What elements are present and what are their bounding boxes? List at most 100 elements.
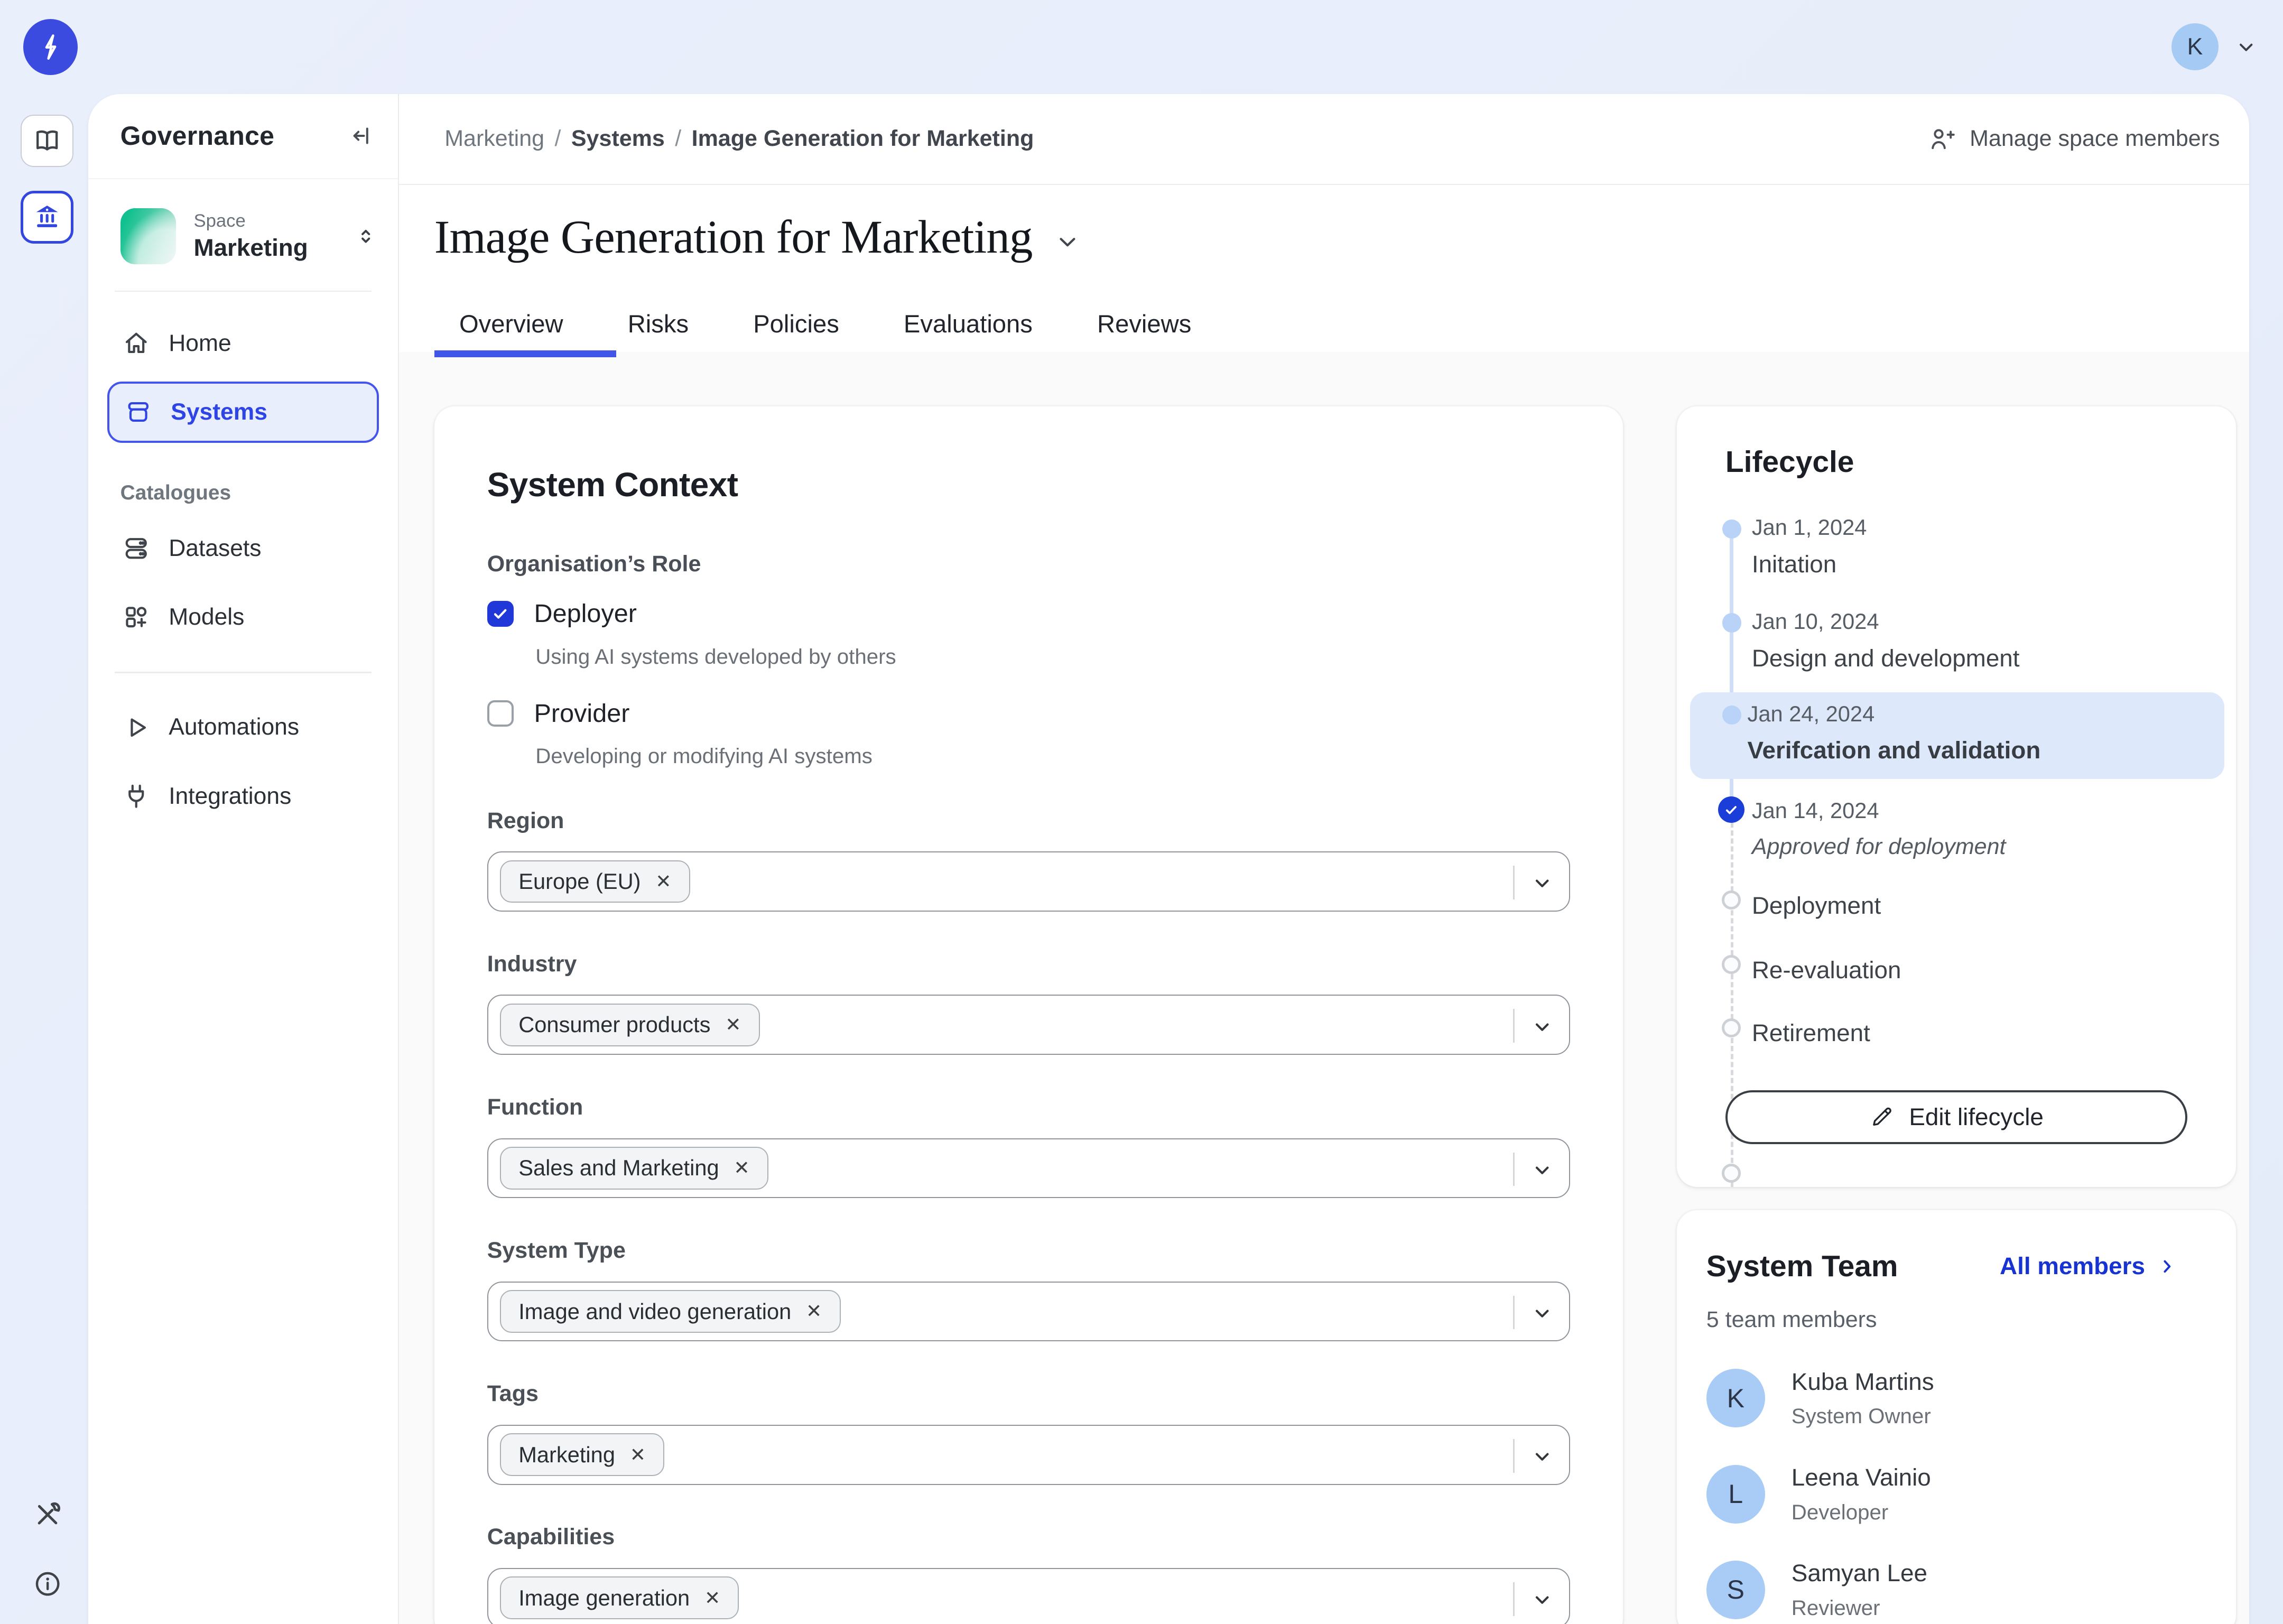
event-label: Re-evaluation (1752, 957, 1901, 984)
sidebar-item-label: Integrations (169, 783, 291, 810)
content-body: System Context Organisation’s Role Deplo… (399, 352, 2249, 1624)
sidebar-item-models[interactable]: Models (107, 587, 379, 648)
event-label: Design and development (1752, 645, 2020, 672)
sidebar: Governance Space Marketing Home Systems … (88, 94, 400, 1624)
sidebar-header: Governance (88, 94, 398, 179)
member-initial: L (1728, 1479, 1743, 1509)
industry-select[interactable]: Consumer products ✕ (487, 995, 1570, 1055)
event-date: Jan 1, 2024 (1752, 515, 1867, 540)
lifecycle-card: Lifecycle Jan 1, 2024 Initation Jan 10, … (1677, 406, 2236, 1187)
main-panel: Governance Space Marketing Home Systems … (88, 94, 2249, 1624)
sidebar-item-automations[interactable]: Automations (107, 697, 379, 758)
select-divider (1513, 1582, 1515, 1616)
sidebar-title: Governance (120, 120, 275, 151)
rail-tools-button[interactable] (32, 1499, 63, 1530)
deployer-label: Deployer (534, 599, 637, 628)
select-chevron-down-icon[interactable] (1530, 871, 1554, 895)
bank-icon (32, 202, 62, 233)
rail-governance-button[interactable] (21, 191, 73, 244)
chip-remove-icon[interactable]: ✕ (655, 872, 671, 891)
event-date: Jan 24, 2024 (1748, 701, 2041, 727)
event-label: Initation (1752, 551, 1867, 578)
chip-remove-icon[interactable]: ✕ (630, 1445, 646, 1464)
select-chevron-down-icon[interactable] (1530, 1302, 1554, 1325)
system-context-card: System Context Organisation’s Role Deplo… (434, 406, 1623, 1624)
select-chevron-down-icon[interactable] (1530, 1445, 1554, 1468)
breadcrumb-marketing[interactable]: Marketing (444, 126, 544, 152)
components-icon (122, 602, 151, 632)
title-chevron-down-icon[interactable] (1054, 229, 1081, 255)
user-menu[interactable]: K (2171, 23, 2258, 70)
team-member-row: S Samyan Lee Reviewer (1706, 1560, 2207, 1620)
sidebar-collapse-icon[interactable] (348, 123, 375, 149)
provider-checkbox[interactable] (487, 700, 514, 727)
field-label: Capabilities (487, 1524, 1570, 1550)
field-label: Region (487, 808, 1570, 834)
manage-space-members-button[interactable]: Manage space members (1927, 124, 2220, 154)
member-name: Kuba Martins (1792, 1368, 1934, 1396)
tags-select[interactable]: Marketing ✕ (487, 1425, 1570, 1485)
system-team-heading: System Team (1706, 1249, 1898, 1284)
chip-remove-icon[interactable]: ✕ (734, 1158, 749, 1177)
rail-info-button[interactable] (32, 1569, 63, 1599)
sidebar-item-label: Models (169, 604, 244, 630)
lightning-icon (34, 30, 68, 64)
timeline-dot (1722, 519, 1741, 539)
sidebar-item-home[interactable]: Home (107, 312, 379, 374)
system-team-card: System Team All members 5 team members K… (1677, 1210, 2236, 1624)
edit-lifecycle-label: Edit lifecycle (1909, 1103, 2044, 1131)
breadcrumb: Marketing / Systems / Image Generation f… (444, 126, 1034, 152)
rail-docs-button[interactable] (21, 115, 73, 168)
avatar-initial: K (2187, 34, 2203, 60)
function-select[interactable]: Sales and Marketing ✕ (487, 1138, 1570, 1199)
select-chevron-down-icon[interactable] (1530, 1158, 1554, 1182)
space-selector[interactable]: Space Marketing (120, 208, 378, 264)
avatar[interactable]: K (2171, 23, 2219, 70)
member-name: Leena Vainio (1792, 1464, 1931, 1491)
deployer-checkbox[interactable] (487, 601, 514, 627)
deployer-description: Using AI systems developed by others (535, 645, 1570, 669)
member-avatar: S (1706, 1561, 1765, 1619)
capabilities-select[interactable]: Image generation ✕ (487, 1568, 1570, 1624)
breadcrumb-systems[interactable]: Systems (571, 126, 665, 152)
region-select[interactable]: Europe (EU) ✕ (487, 851, 1570, 912)
sidebar-section-catalogues: Catalogues (120, 481, 398, 505)
select-chevron-down-icon[interactable] (1530, 1015, 1554, 1038)
system-type-select[interactable]: Image and video generation ✕ (487, 1282, 1570, 1342)
updown-chevron-icon[interactable] (354, 225, 377, 248)
lifecycle-event-design: Jan 10, 2024 Design and development (1752, 609, 2020, 672)
check-icon (491, 605, 509, 623)
member-name: Samyan Lee (1792, 1560, 1927, 1587)
tab-evaluations[interactable]: Evaluations (879, 296, 1057, 352)
chip-remove-icon[interactable]: ✕ (725, 1015, 741, 1034)
sidebar-item-datasets[interactable]: Datasets (107, 517, 379, 579)
edit-lifecycle-button[interactable]: Edit lifecycle (1725, 1090, 2188, 1145)
industry-chip: Consumer products ✕ (500, 1004, 760, 1046)
select-chevron-down-icon[interactable] (1530, 1588, 1554, 1611)
lifecycle-event-reevaluation: Re-evaluation (1752, 957, 1901, 984)
lifecycle-heading: Lifecycle (1725, 444, 1854, 479)
chip-remove-icon[interactable]: ✕ (704, 1589, 720, 1608)
tab-overview[interactable]: Overview (434, 296, 588, 352)
manage-space-members-label: Manage space members (1970, 126, 2220, 152)
chevron-down-icon[interactable] (2234, 35, 2258, 59)
event-label: Approved for deployment (1752, 834, 2006, 860)
team-member-row: L Leena Vainio Developer (1706, 1464, 2207, 1525)
database-icon (122, 534, 151, 563)
all-members-link[interactable]: All members (2000, 1252, 2177, 1280)
tab-policies[interactable]: Policies (728, 296, 864, 352)
member-role: System Owner (1792, 1404, 1934, 1428)
member-initial: K (1727, 1383, 1744, 1414)
member-initial: S (1727, 1574, 1744, 1605)
sidebar-item-integrations[interactable]: Integrations (107, 766, 379, 828)
tab-reviews[interactable]: Reviews (1072, 296, 1217, 352)
breadcrumb-separator: / (665, 126, 692, 152)
select-divider (1513, 1153, 1515, 1186)
tab-risks[interactable]: Risks (603, 296, 714, 352)
select-divider (1513, 866, 1515, 899)
app-logo[interactable] (23, 19, 78, 75)
sidebar-item-systems[interactable]: Systems (107, 382, 379, 443)
play-icon (122, 713, 151, 743)
member-role: Developer (1792, 1500, 1931, 1525)
chip-remove-icon[interactable]: ✕ (806, 1302, 822, 1321)
